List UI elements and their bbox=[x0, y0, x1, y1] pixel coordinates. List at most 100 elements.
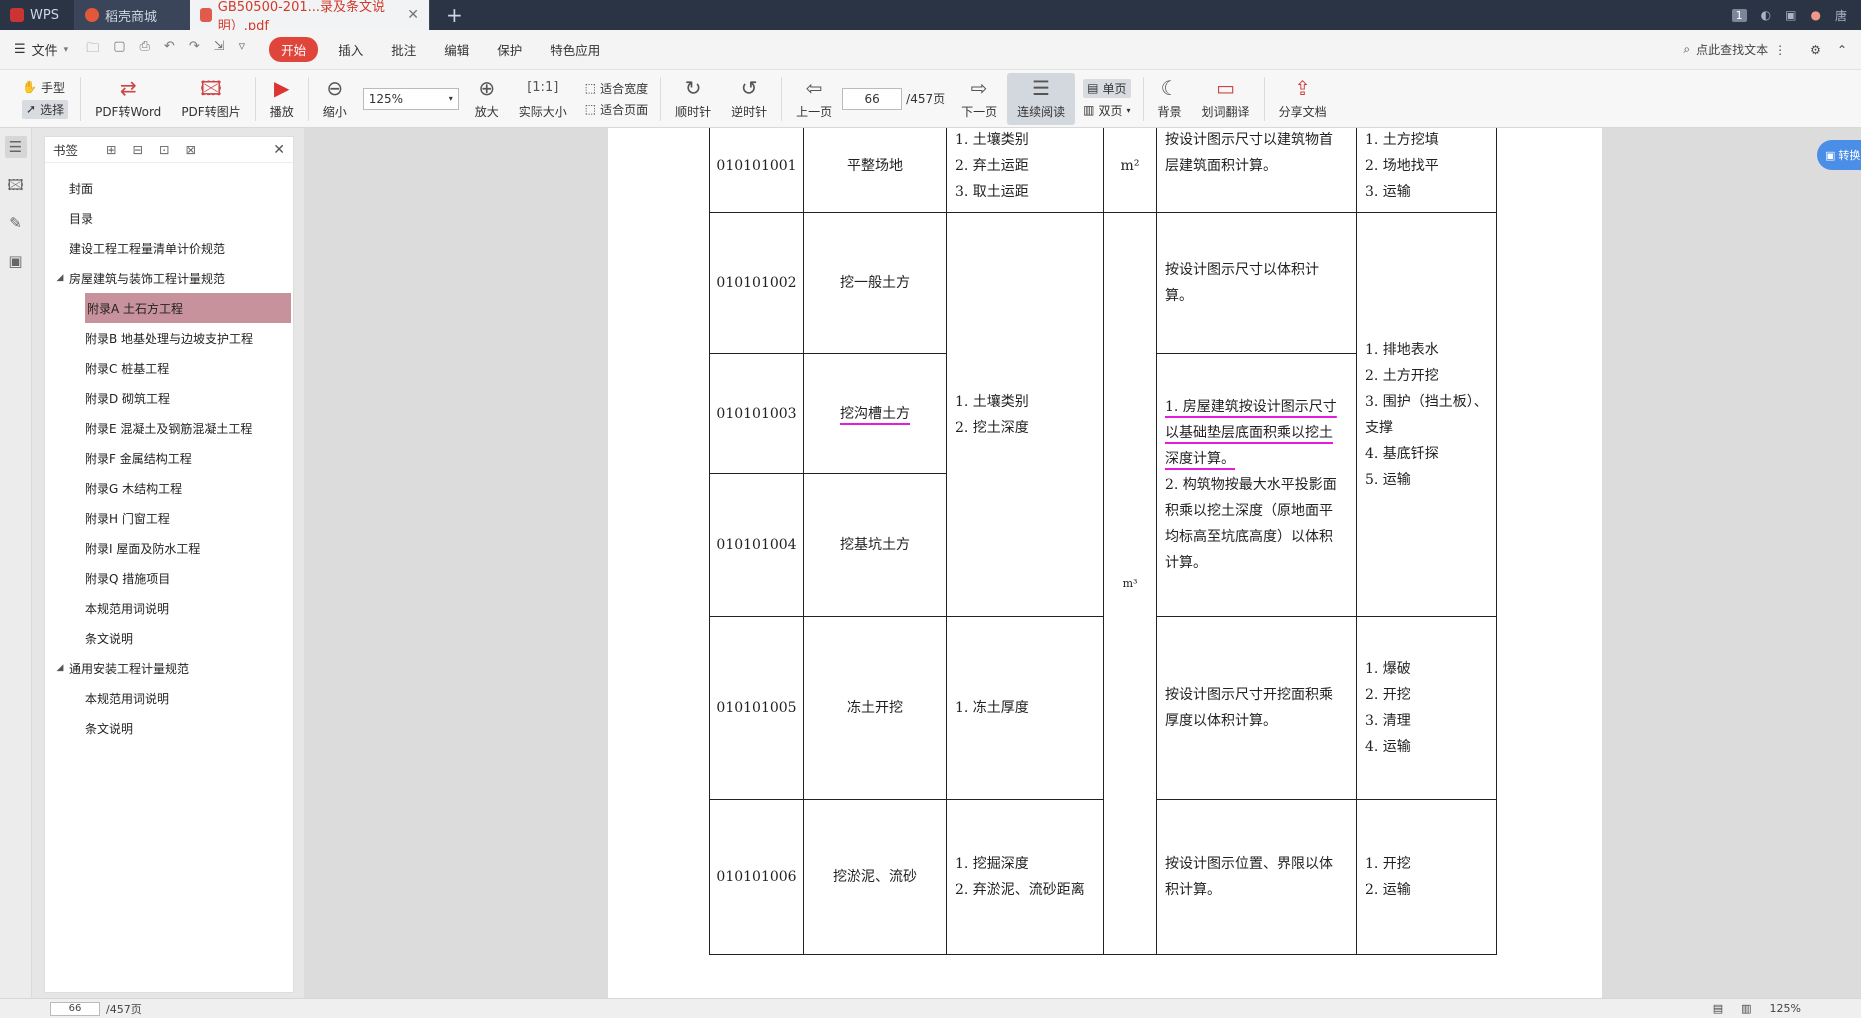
bookmark-item[interactable]: 附录H 门窗工程 bbox=[45, 503, 293, 533]
continuous-reading-button[interactable]: ☰ 连续阅读 bbox=[1007, 72, 1076, 125]
bookmark-item[interactable]: 附录Q 措施项目 bbox=[45, 563, 293, 593]
undo-icon[interactable]: ↶ bbox=[164, 39, 175, 61]
pdf-to-word-icon: ⇄ bbox=[119, 76, 137, 100]
bookmark-item[interactable]: 附录A 土石方工程 bbox=[85, 293, 291, 323]
convert-button[interactable]: ▣ 转换 bbox=[1817, 140, 1861, 170]
find-text[interactable]: ⌕ 点此查找文本 ⋮ ⚙ ⌃ bbox=[1683, 41, 1861, 58]
bookmark-item[interactable]: 附录G 木结构工程 bbox=[45, 473, 293, 503]
pdf-to-word-button[interactable]: ⇄ PDF转Word bbox=[85, 73, 171, 125]
fit-page-label: 适合页面 bbox=[600, 102, 649, 117]
menu-insert[interactable]: 插入 bbox=[338, 40, 363, 59]
item-name-underlined: 挖沟槽土方 bbox=[840, 405, 910, 422]
close-tab-icon[interactable]: ✕ bbox=[407, 7, 419, 23]
bookmark-item[interactable]: 本规范用词说明 bbox=[45, 683, 293, 713]
collapse-ribbon-icon[interactable]: ⌃ bbox=[1837, 43, 1847, 57]
background-button[interactable]: ☾ 背景 bbox=[1148, 73, 1192, 125]
double-page-button[interactable]: ▥ 双页 ▾ bbox=[1083, 102, 1130, 119]
bookmark-item[interactable]: 附录E 混凝土及钢筋混凝土工程 bbox=[45, 413, 293, 443]
more-icon[interactable]: ▿ bbox=[239, 39, 246, 61]
window-icon[interactable]: ▣ bbox=[1785, 8, 1796, 22]
page-number-input[interactable]: 66 bbox=[842, 87, 903, 110]
rotate-clockwise-button[interactable]: ↻ 顺时针 bbox=[665, 73, 721, 125]
user-name[interactable]: 唐 bbox=[1835, 7, 1847, 24]
redo-icon[interactable]: ↷ bbox=[189, 39, 200, 61]
menu-edit[interactable]: 编辑 bbox=[444, 40, 469, 59]
bookmark-item[interactable]: 附录C 桩基工程 bbox=[45, 353, 293, 383]
bookmark-item[interactable]: 封面 bbox=[45, 173, 293, 203]
view-mode-icon[interactable]: ▤ bbox=[1713, 1002, 1723, 1015]
settings-icon[interactable]: ⚙ bbox=[1810, 43, 1821, 57]
status-zoom[interactable]: 125% bbox=[1770, 1002, 1801, 1015]
bookmark-item[interactable]: 条文说明 bbox=[45, 623, 293, 653]
image-list-icon[interactable]: ▣ bbox=[5, 250, 27, 272]
expand-toggle-icon[interactable]: ◢ bbox=[53, 663, 67, 673]
open-folder-icon[interactable]: 🗀 bbox=[86, 39, 99, 61]
bookmark-item[interactable]: ◢ 通用安装工程计量规范 bbox=[45, 653, 293, 683]
fit-width-button[interactable]: ⬚ 适合宽度 bbox=[585, 80, 648, 97]
close-icon[interactable]: ✕ bbox=[273, 142, 285, 158]
next-page-button[interactable]: ⇨ 下一页 bbox=[951, 73, 1007, 125]
bookmark-item[interactable]: 目录 bbox=[45, 203, 293, 233]
more-dots-icon: ⋮ bbox=[1774, 42, 1787, 57]
bookmark-item[interactable]: 附录D 砌筑工程 bbox=[45, 383, 293, 413]
bookmark-item[interactable]: 附录B 地基处理与边坡支护工程 bbox=[45, 323, 293, 353]
actual-size-icon: [1:1] bbox=[527, 80, 559, 95]
hand-tool-label: 手型 bbox=[40, 80, 65, 95]
file-menu[interactable]: ☰ 文件 ▾ bbox=[14, 40, 68, 59]
work-line: 1. 排地表水 bbox=[1365, 341, 1439, 358]
new-tab-icon[interactable]: + bbox=[430, 0, 479, 30]
expand-toggle-icon[interactable]: ◢ bbox=[53, 273, 67, 283]
thumbnail-icon[interactable]: 🖾 bbox=[5, 174, 27, 196]
item-code: 010101002 bbox=[709, 212, 804, 354]
add-bookmark-icon[interactable]: ⊡ bbox=[159, 142, 169, 157]
status-page-input[interactable]: 66 bbox=[50, 1001, 100, 1016]
play-label: 播放 bbox=[269, 105, 294, 119]
rule-line: 2. 构筑物按最大水平投影面 bbox=[1165, 477, 1337, 493]
bookmark-options-icon[interactable]: ⊠ bbox=[185, 142, 195, 157]
menu-special[interactable]: 特色应用 bbox=[550, 40, 600, 59]
share-document-button[interactable]: ⇪ 分享文档 bbox=[1269, 73, 1337, 125]
prev-page-button[interactable]: ⇦ 上一页 bbox=[786, 73, 842, 125]
bookmark-panel-icon[interactable]: ☰ bbox=[4, 136, 27, 158]
skin-icon[interactable]: ◐ bbox=[1761, 8, 1771, 22]
hand-tool-button[interactable]: ✋ 手型 bbox=[22, 79, 68, 96]
print-icon[interactable]: ⎙ bbox=[140, 39, 150, 61]
menu-start[interactable]: 开始 bbox=[269, 37, 319, 62]
collapse-all-icon[interactable]: ⊟ bbox=[133, 142, 143, 157]
bookmark-item[interactable]: ◢ 房屋建筑与装饰工程计量规范 bbox=[45, 263, 293, 293]
document-viewport[interactable]: 010101001 平整场地 1. 土壤类别 2. 弃土运距 3. 取土运距 m… bbox=[304, 128, 1861, 998]
feature-line: 3. 取土运距 bbox=[955, 183, 1029, 200]
zoom-in-button[interactable]: ⊕ 放大 bbox=[465, 73, 509, 125]
menu-comment[interactable]: 批注 bbox=[391, 40, 416, 59]
zoom-out-button[interactable]: ⊖ 缩小 bbox=[313, 73, 357, 125]
continuous-label: 连续阅读 bbox=[1017, 105, 1066, 119]
expand-all-icon[interactable]: ⊞ bbox=[106, 142, 116, 157]
bookmark-item[interactable]: 条文说明 bbox=[45, 713, 293, 743]
zoom-select[interactable]: 125% ▾ bbox=[362, 87, 459, 110]
bookmark-list: 封面 目录 建设工程工程量清单计价规范 ◢ 房屋建筑与装饰工程计量规范 附录A 土石方工程… bbox=[45, 163, 293, 743]
annotation-icon[interactable]: ✎ bbox=[5, 212, 27, 234]
next-page-label: 下一页 bbox=[961, 105, 998, 119]
fit-page-button[interactable]: ⬚ 适合页面 bbox=[585, 101, 648, 118]
bookmark-item[interactable]: 本规范用词说明 bbox=[45, 593, 293, 623]
save-icon[interactable]: ▢ bbox=[113, 39, 125, 61]
actual-size-button[interactable]: [1:1] 实际大小 bbox=[509, 73, 577, 125]
tab-docer-store[interactable]: 稻壳商城 bbox=[75, 0, 190, 30]
rotate-counterclockwise-button[interactable]: ↺ 逆时针 bbox=[721, 73, 777, 125]
zoom-value: 125% bbox=[368, 91, 404, 106]
bookmark-item[interactable]: 附录F 金属结构工程 bbox=[45, 443, 293, 473]
dual-view-icon[interactable]: ▥ bbox=[1741, 1002, 1751, 1015]
tab-wps[interactable]: WPS bbox=[0, 0, 75, 30]
menu-protect[interactable]: 保护 bbox=[497, 40, 522, 59]
play-button[interactable]: ▶ 播放 bbox=[260, 73, 304, 125]
single-page-button[interactable]: ▤ 单页 bbox=[1083, 78, 1131, 98]
bookmark-item[interactable]: 建设工程工程量清单计价规范 bbox=[45, 233, 293, 263]
tab-pdf-document[interactable]: GB50500-201...录及条文说明）.pdf ✕ bbox=[190, 0, 430, 34]
bookmark-item[interactable]: 附录I 屋面及防水工程 bbox=[45, 533, 293, 563]
word-translate-button[interactable]: ▭ 划词翻译 bbox=[1192, 73, 1260, 125]
avatar[interactable]: ● bbox=[1811, 8, 1821, 22]
window-count-badge[interactable]: 1 bbox=[1731, 8, 1747, 22]
pdf-to-image-button[interactable]: 🖾 PDF转图片 bbox=[171, 73, 250, 125]
export-icon[interactable]: ⇲ bbox=[214, 39, 225, 61]
select-tool-button[interactable]: ➚ 选择 bbox=[22, 99, 69, 119]
